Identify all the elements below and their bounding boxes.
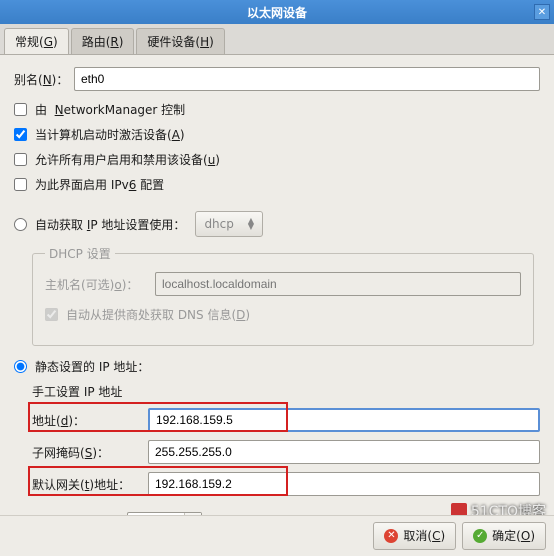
- tab-hardware[interactable]: 硬件设备(H): [136, 28, 224, 54]
- ipv6-checkbox[interactable]: [14, 178, 27, 191]
- ok-label: 确定(O): [492, 527, 535, 544]
- tab-general[interactable]: 常规(G): [4, 28, 69, 54]
- ipv6-label: 为此界面启用 IPv6 配置: [35, 176, 164, 193]
- hostname-label: 主机名(可选)o)：: [45, 276, 155, 293]
- tab-route[interactable]: 路由(R): [71, 28, 135, 54]
- auto-ip-radio[interactable]: [14, 218, 27, 231]
- alias-label: 别名(N)：: [14, 71, 74, 88]
- auto-dns-label: 自动从提供商处获取 DNS 信息(D): [66, 306, 250, 323]
- dhcp-fieldset: DHCP 设置 主机名(可选)o)： 自动从提供商处获取 DNS 信息(D): [32, 245, 534, 346]
- nm-controlled-checkbox[interactable]: [14, 103, 27, 116]
- ok-icon: ✓: [473, 529, 487, 543]
- address-input[interactable]: [148, 408, 540, 432]
- auto-dns-checkbox: [45, 308, 58, 321]
- cancel-button[interactable]: ✕ 取消(C): [373, 522, 456, 550]
- hostname-input: [155, 272, 521, 296]
- protocol-value: dhcp: [204, 217, 233, 231]
- netmask-label: 子网掩码(S)：: [32, 444, 148, 461]
- protocol-select[interactable]: dhcp ▲▼: [195, 211, 263, 237]
- activate-on-boot-label: 当计算机启动时激活设备(A): [35, 126, 185, 143]
- activate-on-boot-checkbox[interactable]: [14, 128, 27, 141]
- auto-ip-label: 自动获取 IP 地址设置使用：: [35, 216, 185, 233]
- static-ip-label: 静态设置的 IP 地址：: [35, 358, 149, 375]
- close-button[interactable]: ✕: [534, 4, 550, 20]
- manual-ip-label: 手工设置 IP 地址: [32, 383, 540, 400]
- dialog-footer: ✕ 取消(C) ✓ 确定(O): [0, 515, 554, 555]
- gateway-label: 默认网关(t)地址：: [32, 476, 148, 493]
- alias-input[interactable]: [74, 67, 540, 91]
- updown-icon: ▲▼: [248, 218, 254, 230]
- allow-users-label: 允许所有用户启用和禁用该设备(u): [35, 151, 220, 168]
- nm-controlled-label: 由 NetworkManager 控制: [35, 101, 185, 118]
- window-title: 以太网设备: [247, 4, 307, 21]
- titlebar: 以太网设备 ✕: [0, 0, 554, 24]
- cancel-label: 取消(C): [403, 527, 445, 544]
- netmask-input[interactable]: [148, 440, 540, 464]
- dhcp-legend: DHCP 设置: [45, 245, 115, 262]
- gateway-input[interactable]: [148, 472, 540, 496]
- static-ip-radio[interactable]: [14, 360, 27, 373]
- address-label: 地址(d)：: [32, 412, 148, 429]
- content-area: 别名(N)： 由 NetworkManager 控制 当计算机启动时激活设备(A…: [0, 55, 554, 556]
- ok-button[interactable]: ✓ 确定(O): [462, 522, 546, 550]
- allow-users-checkbox[interactable]: [14, 153, 27, 166]
- tab-bar: 常规(G) 路由(R) 硬件设备(H): [0, 24, 554, 55]
- static-block: 手工设置 IP 地址 地址(d)： 子网掩码(S)： 默认网关(t)地址：: [32, 383, 540, 496]
- cancel-icon: ✕: [384, 529, 398, 543]
